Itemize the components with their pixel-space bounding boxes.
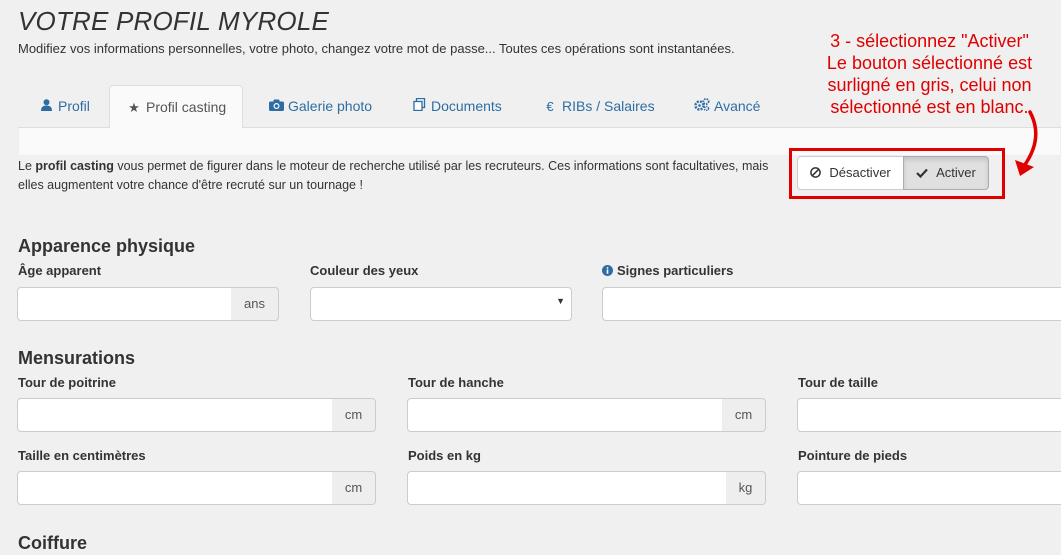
shoe-input[interactable] xyxy=(797,471,1061,505)
tab-profil[interactable]: Profil xyxy=(38,85,90,128)
activate-button[interactable]: Activer xyxy=(902,156,989,190)
star-icon: ★ xyxy=(128,100,140,115)
chest-label: Tour de poitrine xyxy=(18,375,116,390)
hip-unit: cm xyxy=(722,398,766,432)
caret-down-icon: ▼ xyxy=(556,296,565,306)
page-subtitle: Modifiez vos informations personnelles, … xyxy=(18,41,735,56)
tab-label: Profil xyxy=(58,98,90,114)
intro-bold: profil casting xyxy=(35,159,114,173)
annotation-line: Le bouton sélectionné est xyxy=(826,53,1033,73)
tab-galerie-photo[interactable]: Galerie photo xyxy=(268,85,372,128)
waist-input[interactable] xyxy=(797,398,1061,432)
age-label: Âge apparent xyxy=(18,263,102,278)
camera-icon xyxy=(268,85,284,128)
height-label: Taille en centimètres xyxy=(18,448,146,463)
height-input[interactable] xyxy=(17,471,333,505)
height-unit: cm xyxy=(332,471,376,505)
info-icon[interactable] xyxy=(602,264,613,278)
intro-prefix: Le xyxy=(18,159,36,173)
waist-label: Tour de taille xyxy=(798,375,878,390)
activate-label: Activer xyxy=(936,165,976,180)
weight-input[interactable] xyxy=(407,471,727,505)
signs-label-text: Signes particuliers xyxy=(617,263,734,278)
weight-unit: kg xyxy=(726,471,766,505)
eyes-select[interactable]: ▼ xyxy=(310,287,572,321)
hip-label: Tour de hanche xyxy=(408,375,504,390)
tab-label: RIBs / Salaires xyxy=(562,98,655,114)
signs-label: Signes particuliers xyxy=(602,263,733,278)
section-coiffure-title: Coiffure xyxy=(18,533,87,553)
intro-text: vous permet de figurer dans le moteur de… xyxy=(18,159,769,192)
euro-icon: € xyxy=(546,99,554,114)
tab-profil-casting[interactable]: ★ Profil casting xyxy=(109,85,244,129)
page-title: VOTRE PROFIL MYROLE xyxy=(18,6,330,36)
tutorial-annotation: 3 - sélectionnez "Activer" Le bouton sél… xyxy=(802,30,1057,118)
annotation-arrow xyxy=(1015,110,1038,176)
tab-label: Profil casting xyxy=(146,99,227,115)
tab-avance[interactable]: Avancé xyxy=(694,85,760,128)
casting-toggle: Désactiver Activer xyxy=(797,156,989,190)
weight-label: Poids en kg xyxy=(408,448,481,463)
age-unit: ans xyxy=(231,287,279,321)
section-apparence-title: Apparence physique xyxy=(18,236,196,256)
gears-icon xyxy=(694,85,710,128)
eyes-label: Couleur des yeux xyxy=(310,263,419,278)
tab-label: Galerie photo xyxy=(288,98,373,114)
annotation-line: surligné en gris, celui non xyxy=(827,75,1032,95)
shoe-label: Pointure de pieds xyxy=(798,448,908,463)
deactivate-label: Désactiver xyxy=(829,165,891,180)
deactivate-button[interactable]: Désactiver xyxy=(797,156,904,190)
documents-icon xyxy=(411,85,427,128)
chest-unit: cm xyxy=(332,398,376,432)
tab-label: Documents xyxy=(431,98,502,114)
chest-input[interactable] xyxy=(17,398,333,432)
tab-ribs-salaires[interactable]: € RIBs / Salaires xyxy=(542,85,655,128)
hip-input[interactable] xyxy=(407,398,723,432)
ban-icon xyxy=(810,166,824,180)
casting-intro: Le profil casting vous permet de figurer… xyxy=(18,157,788,195)
annotation-line: 3 - sélectionnez "Activer" xyxy=(830,31,1029,51)
check-icon xyxy=(915,166,931,180)
signs-input[interactable] xyxy=(602,287,1061,321)
tab-documents[interactable]: Documents xyxy=(411,85,502,128)
section-mensurations-title: Mensurations xyxy=(18,348,136,368)
age-input[interactable] xyxy=(17,287,232,321)
tab-label: Avancé xyxy=(714,98,761,114)
user-icon xyxy=(38,85,54,128)
